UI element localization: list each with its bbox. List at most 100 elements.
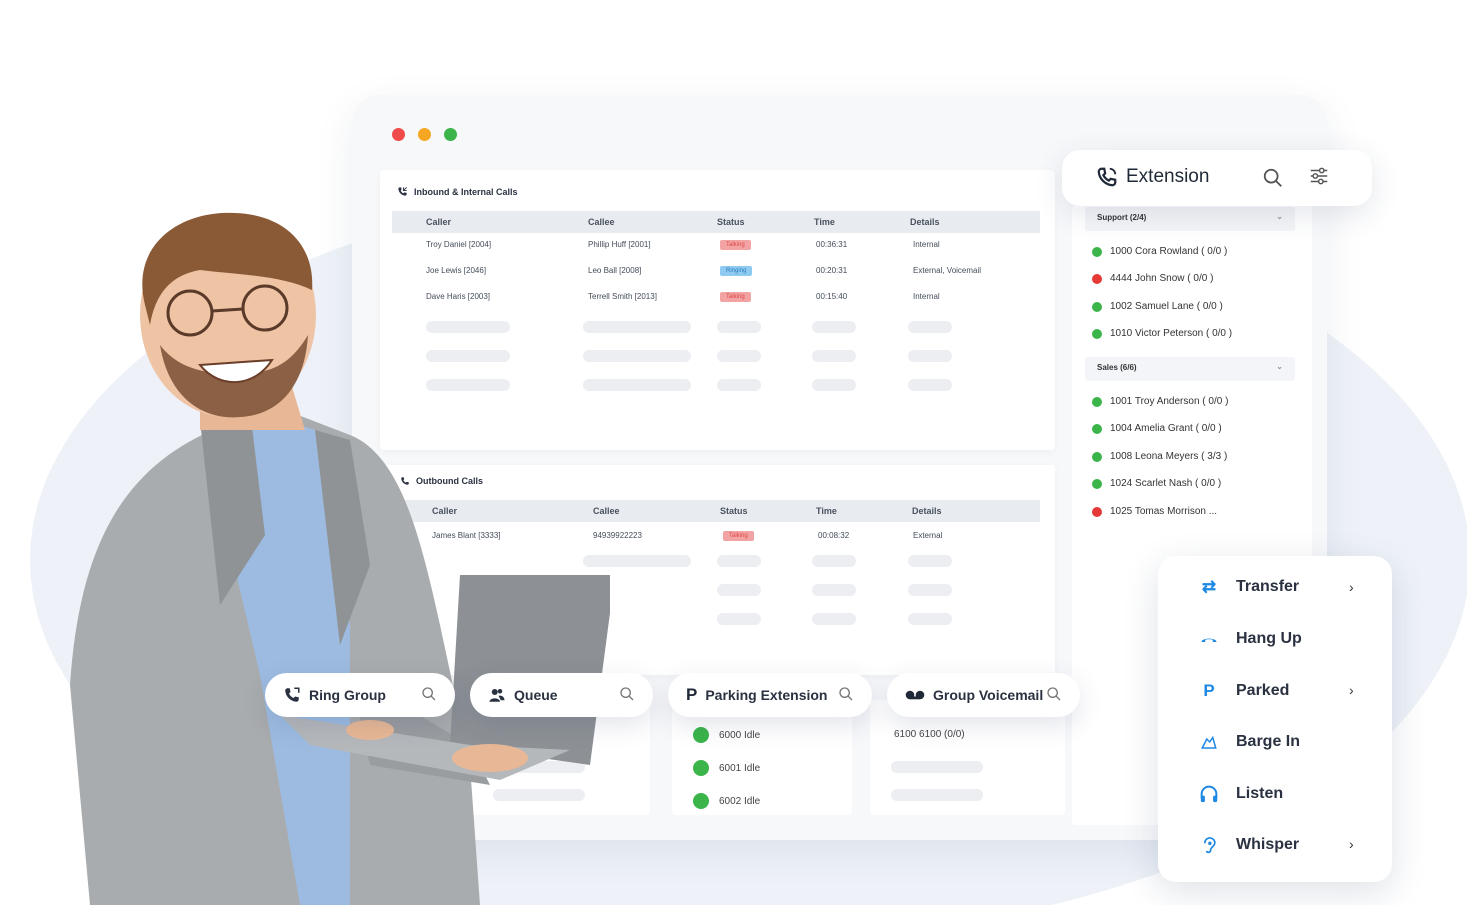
- phone-icon: [1097, 167, 1117, 187]
- parking-slot-label: 6002 Idle: [719, 795, 761, 807]
- check-icon: [693, 793, 709, 809]
- voicemail-icon: [905, 690, 925, 700]
- group-header-support[interactable]: Support (2/4) ⌄: [1085, 207, 1295, 231]
- online-status-icon: [1092, 301, 1102, 312]
- chevron-down-icon: ⌄: [1276, 362, 1283, 371]
- extension-label: 1024 Scarlet Nash ( 0/0 ): [1110, 478, 1222, 489]
- busy-status-icon: [1092, 506, 1102, 517]
- list-item[interactable]: 1025 Tomas Morrison ...: [1092, 506, 1217, 517]
- busy-status-icon: [1092, 273, 1102, 284]
- hang-up-icon: [1198, 628, 1220, 650]
- chevron-right-icon: ›: [1349, 836, 1354, 852]
- ring-group-search[interactable]: Ring Group: [265, 673, 455, 717]
- list-item[interactable]: 6001 Idle: [693, 760, 760, 776]
- placeholder-bar: [717, 555, 761, 567]
- listen-label: Listen: [1236, 785, 1284, 802]
- hero-stage: Inbound & Internal Calls Caller Callee S…: [0, 0, 1467, 905]
- window-maximize-dot[interactable]: [444, 128, 457, 141]
- online-status-icon: [1092, 246, 1102, 257]
- listen-menu-item[interactable]: Listen: [1198, 783, 1283, 805]
- extension-label: 1010 Victor Peterson ( 0/0 ): [1110, 328, 1233, 339]
- search-icon[interactable]: [1046, 686, 1062, 702]
- placeholder-bar: [812, 584, 856, 596]
- whisper-menu-item[interactable]: Whisper: [1198, 834, 1299, 856]
- extension-label: 1008 Leona Meyers ( 3/3 ): [1110, 451, 1228, 462]
- barge-in-icon: [1198, 731, 1220, 753]
- parked-label: Parked: [1236, 682, 1290, 699]
- extension-label: 1001 Troy Anderson ( 0/0 ): [1110, 396, 1229, 407]
- ring-group-icon: [285, 687, 300, 702]
- list-item[interactable]: 1000 Cora Rowland ( 0/0 ): [1092, 246, 1227, 257]
- details-cell: External, Voicemail: [913, 266, 982, 275]
- list-item[interactable]: 1008 Leona Meyers ( 3/3 ): [1092, 451, 1227, 462]
- placeholder-bar: [908, 321, 952, 333]
- list-item[interactable]: 6002 Idle: [693, 793, 760, 809]
- group-label: Sales (6/6): [1097, 363, 1137, 372]
- list-item[interactable]: 1010 Victor Peterson ( 0/0 ): [1092, 328, 1232, 339]
- status-badge: Ringing: [720, 266, 753, 276]
- search-icon[interactable]: [421, 686, 437, 702]
- col-details: Details: [910, 217, 940, 227]
- placeholder-bar: [908, 350, 952, 362]
- parked-menu-item[interactable]: P Parked: [1198, 680, 1289, 702]
- placeholder-bar: [812, 350, 856, 362]
- window-close-dot[interactable]: [392, 128, 405, 141]
- placeholder-bar: [812, 613, 856, 625]
- search-icon[interactable]: [1262, 167, 1284, 189]
- group-voicemail-label: Group Voicemail: [933, 687, 1044, 703]
- person-illustration: [70, 212, 610, 905]
- headphones-icon: [1198, 783, 1220, 805]
- list-item[interactable]: 6000 Idle: [693, 727, 760, 743]
- online-status-icon: [1092, 328, 1102, 339]
- group-header-sales[interactable]: Sales (6/6) ⌄: [1085, 357, 1295, 381]
- queue-search[interactable]: Queue: [470, 673, 653, 717]
- details-cell: External: [913, 531, 943, 540]
- chevron-right-icon: ›: [1349, 682, 1354, 698]
- extension-label: 1004 Amelia Grant ( 0/0 ): [1110, 423, 1222, 434]
- check-icon: [693, 760, 709, 776]
- online-status-icon: [1092, 423, 1102, 434]
- parking-extension-label: Parking Extension: [705, 687, 828, 703]
- placeholder-bar: [717, 350, 761, 362]
- group-voicemail-search[interactable]: Group Voicemail: [887, 673, 1080, 717]
- time-cell: 00:20:31: [816, 266, 848, 275]
- search-icon[interactable]: [838, 686, 854, 702]
- laptop-lid: [450, 575, 610, 765]
- transfer-icon: ⇄: [1201, 577, 1217, 596]
- time-cell: 00:08:32: [818, 531, 850, 540]
- col-time: Time: [816, 506, 837, 516]
- chevron-down-icon: ⌄: [1276, 212, 1283, 221]
- parking-extension-search[interactable]: P Parking Extension: [668, 673, 872, 717]
- search-icon[interactable]: [619, 686, 635, 702]
- window-minimize-dot[interactable]: [418, 128, 431, 141]
- hang-up-menu-item[interactable]: Hang Up: [1198, 628, 1302, 650]
- list-item[interactable]: 1004 Amelia Grant ( 0/0 ): [1092, 423, 1222, 434]
- filter-sliders-icon[interactable]: [1308, 165, 1330, 187]
- hang-up-label: Hang Up: [1236, 630, 1302, 647]
- check-icon: [693, 727, 709, 743]
- placeholder-bar: [717, 584, 761, 596]
- parking-slot-label: 6000 Idle: [719, 729, 761, 741]
- time-cell: 00:36:31: [816, 240, 848, 249]
- placeholder-bar: [891, 761, 983, 773]
- list-item[interactable]: 1024 Scarlet Nash ( 0/0 ): [1092, 478, 1221, 489]
- barge-in-menu-item[interactable]: Barge In: [1198, 731, 1300, 753]
- placeholder-bar: [812, 379, 856, 391]
- phone-incoming-icon: [398, 187, 407, 196]
- extension-label: 1025 Tomas Morrison ...: [1110, 506, 1218, 517]
- list-item[interactable]: 1002 Samuel Lane ( 0/0 ): [1092, 301, 1223, 312]
- transfer-label: Transfer: [1236, 578, 1300, 595]
- placeholder-bar: [717, 613, 761, 625]
- voicemail-row[interactable]: 6100 6100 (0/0): [894, 729, 965, 740]
- time-cell: 00:15:40: [816, 292, 848, 301]
- status-badge: Talking: [720, 240, 751, 250]
- status-badge: Talking: [720, 292, 751, 302]
- details-cell: Internal: [913, 292, 940, 301]
- group-label: Support (2/4): [1097, 213, 1147, 222]
- col-status: Status: [720, 506, 748, 516]
- list-item[interactable]: 1001 Troy Anderson ( 0/0 ): [1092, 396, 1228, 407]
- inbound-calls-title: Inbound & Internal Calls: [397, 186, 518, 197]
- extension-title: Extension: [1126, 166, 1210, 187]
- transfer-menu-item[interactable]: ⇄ Transfer: [1198, 576, 1299, 598]
- list-item[interactable]: 4444 John Snow ( 0/0 ): [1092, 273, 1213, 284]
